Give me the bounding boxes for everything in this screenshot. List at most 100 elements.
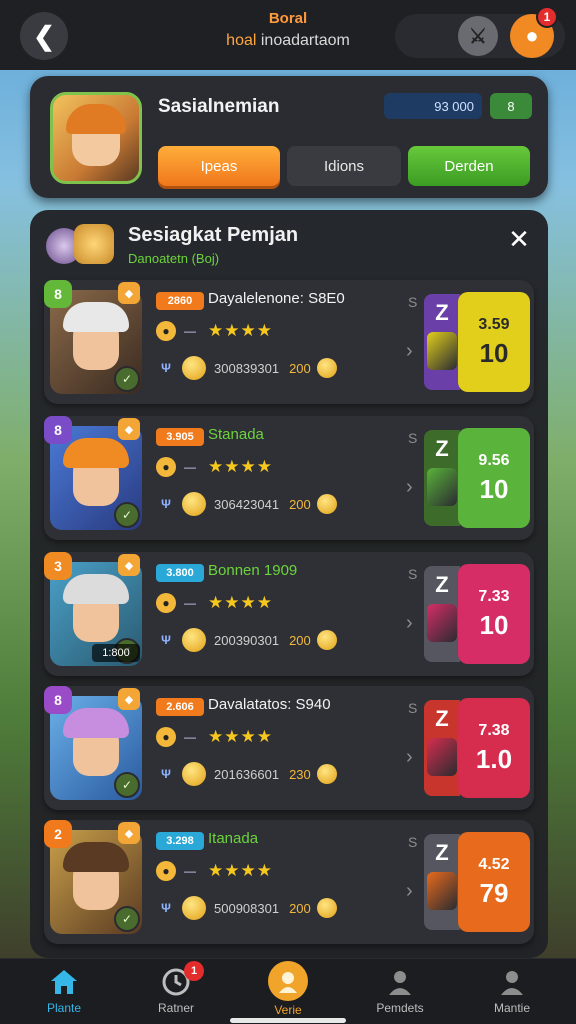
reward-box[interactable]: 7.38 1.0 [458, 698, 530, 798]
reward-box[interactable]: 9.56 10 [458, 428, 530, 528]
hero-name: Stanada [208, 426, 264, 443]
link-icon: — [184, 730, 196, 744]
hero-overlay-tag: 1:800 [92, 644, 140, 662]
hero-list-panel: Sesiagkat Pemjan Danoatetn (Boj) ✕ 8 ◆ ✓… [30, 210, 548, 958]
hero-element-icon: ◆ [118, 688, 140, 710]
hero-class-badge: 8 [44, 686, 72, 714]
hero-side-letter: S [408, 430, 418, 446]
hero-name: Bonnen 1909 [208, 562, 298, 579]
reward-box[interactable]: 7.33 10 [458, 564, 530, 664]
hero-id: 300839301 [214, 360, 280, 376]
hero-status-icon: ✓ [114, 772, 140, 798]
coin-stack-icon [182, 356, 206, 380]
star-rating: ★★★★ [208, 593, 273, 612]
reward-rate: 7.38 [478, 721, 510, 739]
ability-icon: ● [156, 727, 176, 747]
reward-rank: Z [424, 700, 460, 796]
panel-icons [46, 222, 116, 270]
nav-item-mantie[interactable]: Mantie [462, 959, 562, 1024]
hero-element-icon: ◆ [118, 822, 140, 844]
header-subtitle-rest: inoadartaom [256, 32, 350, 49]
top-bar: ❮ Boral hoal inoadartaom ⚔ ● 1 [0, 0, 576, 70]
profile-card: Sasialnemian 93 000 8 Ipeas Idions Derde… [30, 76, 548, 198]
coin-stack-icon [182, 628, 206, 652]
hero-level-tag: 2.606 [156, 698, 204, 716]
reward-rank-letter: Z [435, 706, 449, 731]
tab-derden[interactable]: Derden [408, 146, 530, 186]
profile-avatar[interactable] [50, 92, 142, 184]
hero-cost: 230 [289, 766, 311, 782]
hero-name: Itanada [208, 830, 259, 847]
hero-row[interactable]: 3 ◆ ✓ 1:800 3.800 Bonnen 1909 ● — ★★★★ Ψ… [44, 552, 534, 676]
reward-box[interactable]: 3.59 10 [458, 292, 530, 392]
tab-ipeas[interactable]: Ipeas [158, 146, 280, 186]
home-icon [47, 965, 81, 999]
chevron-right-icon[interactable]: › [406, 880, 413, 903]
person-icon [383, 965, 417, 999]
hero-stats: Ψ 500908301 200 [156, 896, 337, 920]
coin-icon [316, 358, 337, 378]
ability-icon: ● [156, 861, 176, 881]
coin-icon [316, 494, 337, 514]
link-icon: — [184, 864, 196, 878]
coin-icon [316, 764, 337, 784]
hero-stats: Ψ 201636601 230 [156, 762, 337, 786]
nav-item-plante[interactable]: Plante [14, 959, 114, 1024]
reward-box[interactable]: 4.52 79 [458, 832, 530, 932]
reward-rank: Z [424, 834, 460, 930]
hero-row[interactable]: 8 ◆ ✓ 2.606 Davalatatos: S940 ● — ★★★★ Ψ… [44, 686, 534, 810]
panel-title: Sesiagkat Pemjan [128, 224, 299, 246]
reward-rank: Z [424, 566, 460, 662]
coin-stack-icon [182, 762, 206, 786]
nav-item-pemdets[interactable]: Pemdets [350, 959, 450, 1024]
chevron-right-icon[interactable]: › [406, 476, 413, 499]
close-icon: ✕ [508, 223, 530, 254]
hero-element-icon: ◆ [118, 282, 140, 304]
crossed-swords-button[interactable]: ⚔ [458, 16, 498, 56]
hero-rating: ● — ★★★★ [156, 726, 273, 748]
hero-cost: 200 [289, 632, 311, 648]
nav-label: Plante [46, 1001, 82, 1015]
chevron-right-icon[interactable]: › [406, 612, 413, 635]
reward-rate: 9.56 [478, 451, 510, 469]
hero-rating: ● — ★★★★ [156, 592, 273, 614]
coin-stack-icon [182, 492, 206, 516]
reward-rank: Z [424, 294, 460, 390]
person-icon [495, 965, 529, 999]
reward-item-icon [427, 604, 457, 642]
hero-class-badge: 3 [44, 552, 72, 580]
nav-badge: 1 [184, 961, 204, 981]
link-icon: — [184, 460, 196, 474]
hero-id: 201636601 [214, 766, 280, 782]
link-icon: — [184, 596, 196, 610]
reward-value: 10 [479, 609, 509, 640]
power-icon: Ψ [161, 361, 171, 375]
hero-level-tag: 3.800 [156, 564, 204, 582]
hero-name: Dayalelenone: S8E0 [208, 290, 345, 307]
tab-idions[interactable]: Idions [287, 146, 401, 186]
nav-label: Mantie [493, 1001, 531, 1015]
hero-row[interactable]: 8 ◆ ✓ 3.905 Stanada ● — ★★★★ Ψ 306423041… [44, 416, 534, 540]
reward-rank: Z [424, 430, 460, 526]
hero-row[interactable]: 2 ◆ ✓ 3.298 Itanada ● — ★★★★ Ψ 500908301… [44, 820, 534, 944]
crossed-swords-icon: ⚔ [469, 25, 487, 48]
reward-value: 79 [479, 877, 509, 908]
helmet-icon: ● [525, 23, 539, 48]
profile-name: Sasialnemian [158, 96, 280, 117]
reward-value: 10 [479, 473, 509, 504]
nav-item-verie[interactable]: Verie [238, 959, 338, 1024]
power-icon: Ψ [161, 497, 171, 511]
chevron-right-icon[interactable]: › [406, 746, 413, 769]
chevron-right-icon[interactable]: › [406, 340, 413, 363]
close-button[interactable]: ✕ [502, 222, 536, 256]
reward-value: 10 [479, 337, 509, 368]
coin-stack-icon [182, 896, 206, 920]
power-icon: Ψ [161, 633, 171, 647]
star-rating: ★★★★ [208, 861, 273, 880]
home-indicator [230, 1018, 346, 1023]
hero-row[interactable]: 8 ◆ ✓ 2860 Dayalelenone: S8E0 ● — ★★★★ Ψ… [44, 280, 534, 404]
reward-item-icon [427, 332, 457, 370]
nav-item-ratner[interactable]: Ratner 1 [126, 959, 226, 1024]
hero-id: 200390301 [214, 632, 280, 648]
reward-rank-letter: Z [435, 436, 449, 461]
